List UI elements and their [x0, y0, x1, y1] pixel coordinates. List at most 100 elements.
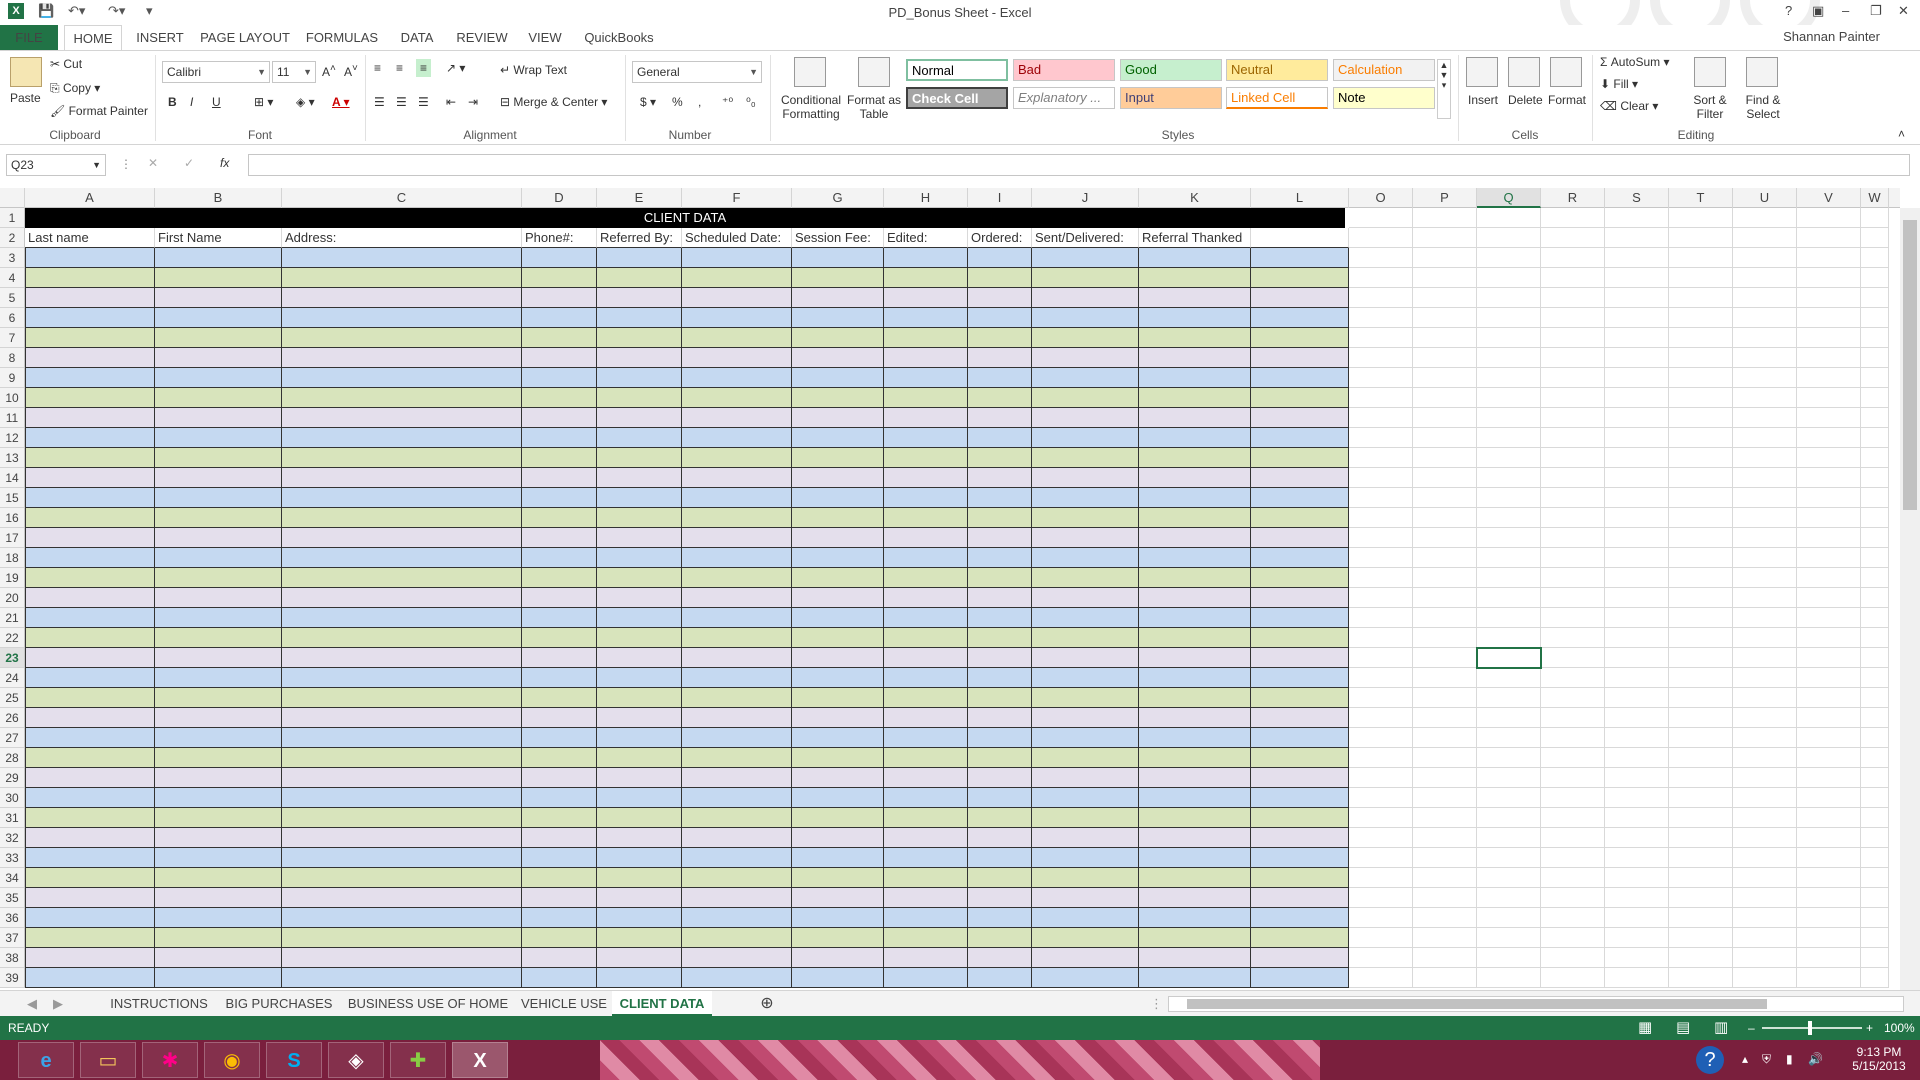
cell[interactable]: [1251, 928, 1349, 948]
cell[interactable]: [1032, 348, 1139, 368]
cell[interactable]: [968, 628, 1032, 648]
cell[interactable]: [682, 788, 792, 808]
cell[interactable]: [1349, 668, 1413, 688]
cell[interactable]: [1669, 848, 1733, 868]
cell[interactable]: [1861, 728, 1889, 748]
cell[interactable]: [1477, 768, 1541, 788]
cell[interactable]: [1541, 388, 1605, 408]
cell[interactable]: [1733, 888, 1797, 908]
cell[interactable]: [1413, 628, 1477, 648]
cell[interactable]: [968, 548, 1032, 568]
cell[interactable]: [1032, 968, 1139, 988]
cell[interactable]: [597, 548, 682, 568]
cell[interactable]: [1251, 848, 1349, 868]
cell[interactable]: [25, 948, 155, 968]
cell[interactable]: [1541, 308, 1605, 328]
cell[interactable]: [1669, 748, 1733, 768]
cell[interactable]: [1669, 808, 1733, 828]
cell[interactable]: [682, 428, 792, 448]
cell[interactable]: [792, 448, 884, 468]
fill-color-icon[interactable]: ◈ ▾: [296, 95, 315, 109]
cell[interactable]: [792, 348, 884, 368]
cell[interactable]: [1413, 828, 1477, 848]
cell[interactable]: [1032, 468, 1139, 488]
cell[interactable]: [884, 288, 968, 308]
delete-button[interactable]: Delete: [1508, 93, 1543, 107]
cell[interactable]: [682, 448, 792, 468]
cell[interactable]: [968, 768, 1032, 788]
column-header-u[interactable]: U: [1733, 188, 1797, 208]
cell[interactable]: [884, 588, 968, 608]
cell[interactable]: [1733, 308, 1797, 328]
cell[interactable]: [1251, 608, 1349, 628]
cell[interactable]: [1413, 788, 1477, 808]
cell[interactable]: [682, 928, 792, 948]
ribbon-display-icon[interactable]: ▣: [1812, 3, 1824, 19]
cell[interactable]: [522, 348, 597, 368]
cell[interactable]: [1139, 568, 1251, 588]
cell[interactable]: [155, 488, 282, 508]
cell[interactable]: [1477, 608, 1541, 628]
row-header[interactable]: 29: [0, 768, 25, 788]
cell[interactable]: [1349, 248, 1413, 268]
cell[interactable]: [1349, 568, 1413, 588]
help-icon[interactable]: ?: [1785, 3, 1792, 18]
column-label[interactable]: Edited:: [884, 228, 968, 248]
photo-app-icon[interactable]: ✱: [142, 1042, 198, 1078]
cell[interactable]: [1605, 448, 1669, 468]
cell[interactable]: [1605, 968, 1669, 988]
enter-icon[interactable]: ✓: [184, 156, 194, 170]
cell[interactable]: [792, 388, 884, 408]
cell[interactable]: [1733, 408, 1797, 428]
cell[interactable]: [1669, 248, 1733, 268]
cell[interactable]: [597, 728, 682, 748]
cell[interactable]: [522, 628, 597, 648]
cell[interactable]: [155, 668, 282, 688]
cell[interactable]: [25, 728, 155, 748]
row-header[interactable]: 7: [0, 328, 25, 348]
cell[interactable]: [1797, 388, 1861, 408]
cell[interactable]: [1797, 468, 1861, 488]
cell[interactable]: [1251, 568, 1349, 588]
cell[interactable]: [1797, 228, 1861, 248]
cell[interactable]: [155, 768, 282, 788]
cell[interactable]: [1605, 548, 1669, 568]
cell[interactable]: [1669, 628, 1733, 648]
row-header[interactable]: 23: [0, 648, 25, 668]
cell[interactable]: [1733, 688, 1797, 708]
cell[interactable]: [968, 528, 1032, 548]
cell[interactable]: [968, 488, 1032, 508]
cell[interactable]: [1541, 628, 1605, 648]
row-header[interactable]: 36: [0, 908, 25, 928]
cell[interactable]: [1139, 788, 1251, 808]
cell[interactable]: [968, 688, 1032, 708]
cell[interactable]: [968, 308, 1032, 328]
cell[interactable]: [25, 868, 155, 888]
cell[interactable]: [597, 688, 682, 708]
cell[interactable]: [968, 848, 1032, 868]
underline-button[interactable]: U: [212, 95, 221, 109]
cell[interactable]: [1541, 648, 1605, 668]
cell[interactable]: [1861, 868, 1889, 888]
cell[interactable]: [1861, 688, 1889, 708]
cell[interactable]: [1541, 448, 1605, 468]
cell[interactable]: [597, 388, 682, 408]
cell[interactable]: [282, 508, 522, 528]
cell[interactable]: [282, 948, 522, 968]
show-hidden-icons[interactable]: ▴: [1742, 1052, 1748, 1066]
cell[interactable]: [1477, 468, 1541, 488]
cell[interactable]: [1605, 348, 1669, 368]
row-header[interactable]: 2: [0, 228, 25, 248]
cell[interactable]: [884, 448, 968, 468]
cell[interactable]: [792, 808, 884, 828]
decrease-decimal-icon[interactable]: ⁰₀: [746, 95, 756, 109]
cell[interactable]: [1605, 768, 1669, 788]
cell[interactable]: [1477, 248, 1541, 268]
games-icon[interactable]: ✚: [390, 1042, 446, 1078]
cell[interactable]: [1733, 388, 1797, 408]
cell[interactable]: [1605, 628, 1669, 648]
cell[interactable]: [1413, 348, 1477, 368]
row-header[interactable]: 12: [0, 428, 25, 448]
cell[interactable]: [1605, 528, 1669, 548]
cell[interactable]: [1733, 788, 1797, 808]
